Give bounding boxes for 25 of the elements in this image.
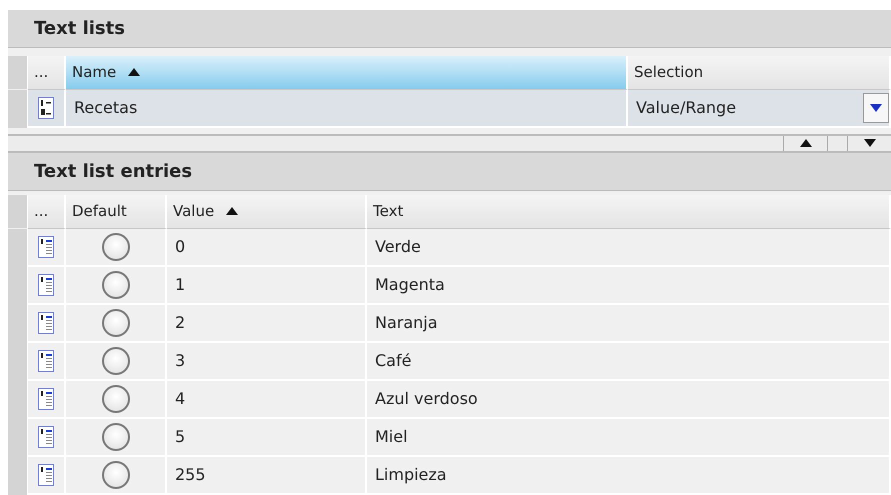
table-cell: Limpieza [367,456,891,495]
table-cell[interactable]: Recetas [66,90,628,128]
table-cell: Verde [367,228,891,267]
table-cell: 3 [167,342,367,381]
column-header[interactable]: Selection [628,56,891,90]
column-header[interactable]: Default [66,194,167,229]
column-header[interactable]: ... [28,194,66,229]
section-title: Text lists [8,10,891,48]
table-cell: 2 [167,304,367,343]
column-header[interactable]: Text [367,194,891,229]
section-title: Text list entries [8,153,891,191]
dropdown-field[interactable]: Value/Range [628,90,891,128]
column-header[interactable]: Value [167,194,367,229]
table-cell: 255 [167,456,367,495]
table-cell: 0 [167,228,367,267]
table-cell: Miel [367,418,891,457]
column-header[interactable]: ... [28,56,66,90]
table-cell: Magenta [367,266,891,305]
table-cell: Naranja [367,304,891,343]
column-header[interactable]: Name [66,56,628,90]
table-cell: 4 [167,380,367,419]
table-cell: 1 [167,266,367,305]
table-cell: Azul verdoso [367,380,891,419]
table-cell: 5 [167,418,367,457]
table-cell: Café [367,342,891,381]
